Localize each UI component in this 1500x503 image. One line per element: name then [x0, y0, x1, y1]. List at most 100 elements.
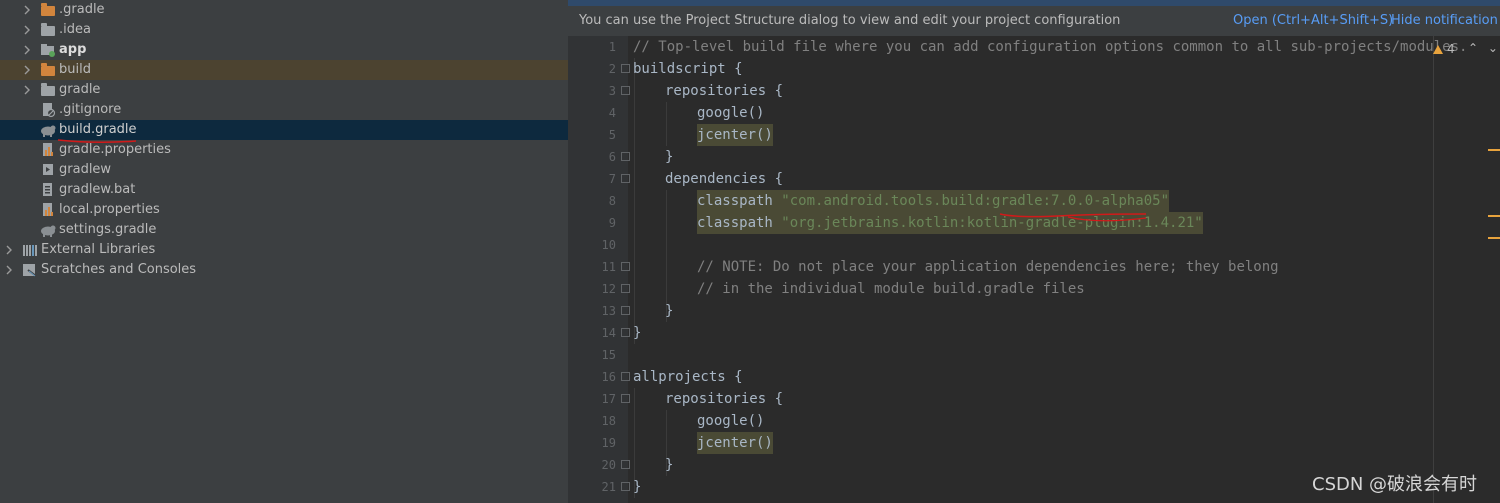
- fold-marker-icon[interactable]: [621, 152, 630, 161]
- tree-item-label: .gradle: [59, 2, 105, 17]
- tree-item-label: .idea: [59, 22, 91, 37]
- keyword-token: classpath: [697, 215, 773, 231]
- folder-excluded-icon: [40, 62, 56, 78]
- code-line: }: [633, 325, 642, 341]
- chevron-down-icon[interactable]: ⌄: [1488, 41, 1498, 55]
- line-number: 12: [601, 282, 616, 296]
- fold-marker-icon[interactable]: [621, 482, 630, 491]
- folder-icon: [40, 22, 56, 38]
- error-stripe-marker[interactable]: [1488, 215, 1500, 217]
- line-number: 14: [601, 326, 616, 340]
- tree-item-label: app: [59, 42, 87, 57]
- fold-marker-icon[interactable]: [621, 372, 630, 381]
- red-underline-annotation: [57, 139, 137, 144]
- folder-icon: [40, 82, 56, 98]
- code-line: }: [665, 303, 674, 319]
- tree-item-external-libraries[interactable]: External Libraries: [0, 240, 568, 260]
- line-number: 4: [608, 106, 616, 120]
- notification-bar: You can use the Project Structure dialog…: [568, 0, 1500, 36]
- chevron-right-icon[interactable]: [22, 45, 32, 55]
- tree-item-local-properties[interactable]: local.properties: [0, 200, 568, 220]
- fold-marker-icon[interactable]: [621, 394, 630, 403]
- error-stripe-marker[interactable]: [1488, 237, 1500, 239]
- line-number: 13: [601, 304, 616, 318]
- notification-message: You can use the Project Structure dialog…: [579, 13, 1121, 28]
- tree-item-label: gradle: [59, 82, 101, 97]
- line-number: 19: [601, 436, 616, 450]
- chevron-right-icon[interactable]: [22, 5, 32, 15]
- line-number: 16: [601, 370, 616, 384]
- tree-item-settings-gradle[interactable]: settings.gradle: [0, 220, 568, 240]
- code-line: }: [665, 149, 674, 165]
- watermark: CSDN @破浪会有时: [1312, 474, 1478, 495]
- tree-item-build-gradle[interactable]: build.gradle: [0, 120, 568, 140]
- chevron-up-icon[interactable]: ⌃: [1468, 41, 1478, 55]
- indent-guide: [634, 58, 635, 344]
- tree-item-gitignore[interactable]: .gitignore: [0, 100, 568, 120]
- fold-marker-icon[interactable]: [621, 64, 630, 73]
- navigate-problems: ⌃ ⌄: [1468, 41, 1498, 55]
- fold-marker-icon[interactable]: [621, 284, 630, 293]
- gradle-elephant-icon: [40, 222, 56, 238]
- tree-item-label: gradlew.bat: [59, 182, 136, 197]
- line-number: 10: [601, 238, 616, 252]
- code-line: repositories {: [665, 83, 784, 99]
- line-number: 11: [601, 260, 616, 274]
- hide-notification-link[interactable]: Hide notification: [1391, 13, 1498, 28]
- chevron-right-icon[interactable]: [4, 245, 14, 255]
- project-tree: .gradle .idea app build gradle .gitignor…: [0, 0, 568, 503]
- tree-item-gradlew-bat[interactable]: gradlew.bat: [0, 180, 568, 200]
- warnings-indicator[interactable]: 4: [1433, 42, 1455, 56]
- tree-item-label: gradlew: [59, 162, 112, 177]
- tree-item-app[interactable]: app: [0, 40, 568, 60]
- tree-item-label: .gitignore: [59, 102, 122, 117]
- tree-item-idea[interactable]: .idea: [0, 20, 568, 40]
- line-number: 6: [608, 150, 616, 164]
- tree-item-build[interactable]: build: [0, 60, 568, 80]
- fold-marker-icon[interactable]: [621, 86, 630, 95]
- chevron-right-icon[interactable]: [4, 265, 14, 275]
- fold-marker-icon[interactable]: [621, 460, 630, 469]
- libraries-icon: [22, 242, 38, 258]
- code-line: // in the individual module build.gradle…: [697, 281, 1085, 297]
- tree-item-scratches[interactable]: Scratches and Consoles: [0, 260, 568, 280]
- error-stripe-marker[interactable]: [1488, 149, 1500, 151]
- fold-marker-icon[interactable]: [621, 306, 630, 315]
- line-number: 21: [601, 480, 616, 494]
- fold-marker-icon[interactable]: [621, 262, 630, 271]
- code-line: }: [633, 479, 642, 495]
- tree-item-label: local.properties: [59, 202, 160, 217]
- line-number: 3: [608, 84, 616, 98]
- tree-item-label: build.gradle: [59, 122, 137, 137]
- line-number: 15: [601, 348, 616, 362]
- code-line: // Top-level build file where you can ad…: [633, 39, 1468, 55]
- tree-item-label: External Libraries: [41, 242, 156, 257]
- tree-item-label: Scratches and Consoles: [41, 262, 197, 277]
- module-folder-icon: [40, 42, 56, 58]
- script-file-icon: [40, 182, 56, 198]
- code-line-deprecated: jcenter(): [697, 432, 773, 454]
- chevron-right-icon[interactable]: [22, 85, 32, 95]
- code-line: google(): [697, 413, 765, 429]
- line-number: 9: [608, 216, 616, 230]
- code-line: buildscript {: [633, 61, 743, 77]
- fold-marker-icon[interactable]: [621, 174, 630, 183]
- open-project-structure-link[interactable]: Open (Ctrl+Alt+Shift+S): [1233, 13, 1393, 28]
- chevron-right-icon[interactable]: [22, 25, 32, 35]
- warnings-count: 4: [1447, 42, 1455, 56]
- fold-marker-icon[interactable]: [621, 328, 630, 337]
- gradle-elephant-icon: [40, 122, 56, 138]
- tree-item-gradlew[interactable]: gradlew: [0, 160, 568, 180]
- tree-item-gradle-folder[interactable]: gradle: [0, 80, 568, 100]
- ignore-file-icon: [40, 102, 56, 118]
- indent-guide: [666, 102, 667, 146]
- red-underline-annotation: [999, 213, 1147, 222]
- tree-item-label: build: [59, 62, 91, 77]
- code-editor[interactable]: 1 2 3 4 5 6 7 8 9 10 11 12 13 14 15 16 1…: [568, 36, 1500, 503]
- tree-item-gradle-dir[interactable]: .gradle: [0, 0, 568, 20]
- chevron-right-icon[interactable]: [22, 65, 32, 75]
- code-line: google(): [697, 105, 765, 121]
- properties-file-icon: [40, 142, 56, 158]
- code-line: repositories {: [665, 391, 784, 407]
- line-number: 2: [608, 62, 616, 76]
